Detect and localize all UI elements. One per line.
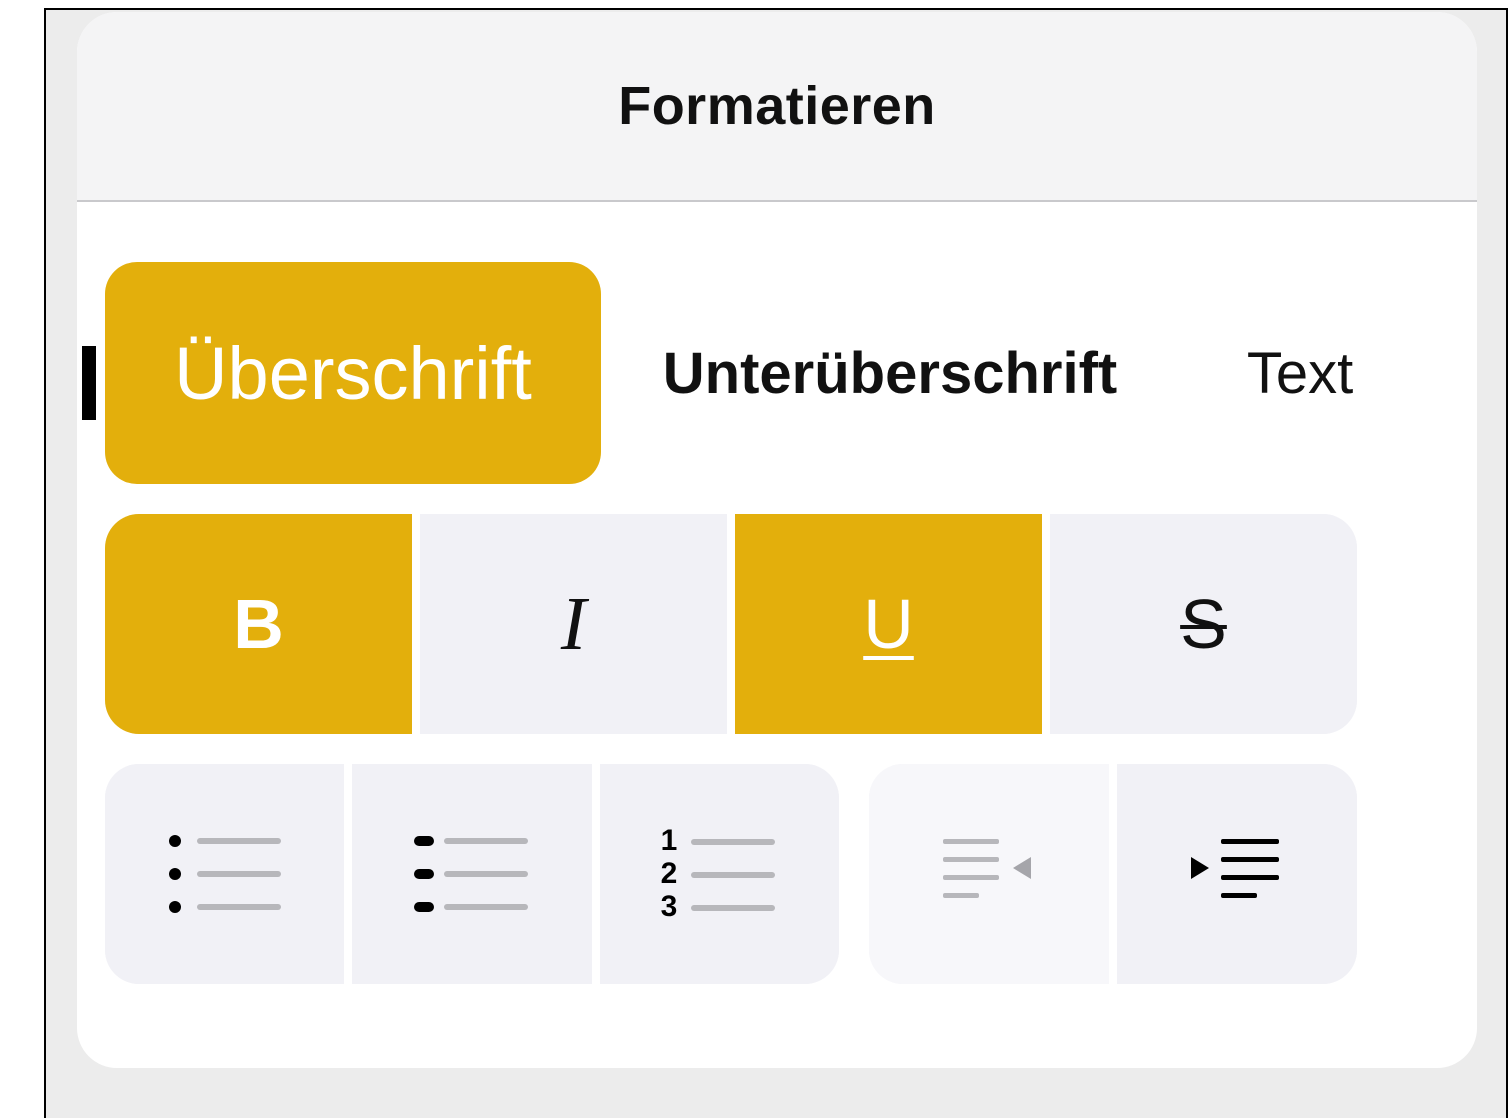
indent-button[interactable] bbox=[1109, 764, 1357, 984]
paragraph-style-body-label: Text bbox=[1246, 340, 1354, 406]
paragraph-style-heading[interactable]: Überschrift bbox=[105, 262, 601, 484]
bold-button[interactable]: B bbox=[105, 514, 412, 734]
paragraph-style-subheading-label: Unterüberschrift bbox=[662, 340, 1118, 406]
numbered-list-digit: 3 bbox=[661, 890, 678, 922]
text-style-segmented-control: B I U S bbox=[105, 514, 1357, 734]
numbered-list-button[interactable]: 1 2 3 bbox=[591, 764, 839, 984]
text-cursor bbox=[82, 346, 96, 420]
bulleted-list-button[interactable] bbox=[105, 764, 345, 984]
paragraph-style-row: Überschrift Unterüberschrift Text bbox=[105, 262, 1375, 484]
strikethrough-icon: S bbox=[1180, 585, 1227, 663]
numbered-list-digit: 2 bbox=[661, 857, 678, 890]
indent-segmented-control bbox=[869, 764, 1357, 984]
numbered-list-digit: 1 bbox=[661, 826, 678, 857]
popover-title: Formatieren bbox=[618, 76, 936, 136]
italic-button[interactable]: I bbox=[412, 514, 727, 734]
underline-button[interactable]: U bbox=[727, 514, 1042, 734]
dashed-list-icon bbox=[413, 836, 528, 912]
paragraph-style-subheading[interactable]: Unterüberschrift bbox=[625, 262, 1155, 484]
paragraph-style-body[interactable]: Text bbox=[1215, 262, 1385, 484]
underline-icon: U bbox=[863, 585, 914, 663]
bold-icon: B bbox=[233, 585, 284, 663]
outdent-icon bbox=[943, 839, 1031, 898]
numbered-list-icon: 1 2 3 bbox=[661, 826, 776, 922]
outdent-button[interactable] bbox=[869, 764, 1109, 984]
italic-icon: I bbox=[560, 581, 587, 666]
popover-header: Formatieren bbox=[77, 12, 1477, 202]
paragraph-style-heading-label: Überschrift bbox=[174, 331, 532, 415]
strikethrough-button[interactable]: S bbox=[1042, 514, 1357, 734]
list-style-segmented-control: 1 2 3 bbox=[105, 764, 839, 984]
indent-icon bbox=[1191, 839, 1279, 898]
dashed-list-button[interactable] bbox=[344, 764, 592, 984]
bulleted-list-icon bbox=[168, 835, 281, 913]
